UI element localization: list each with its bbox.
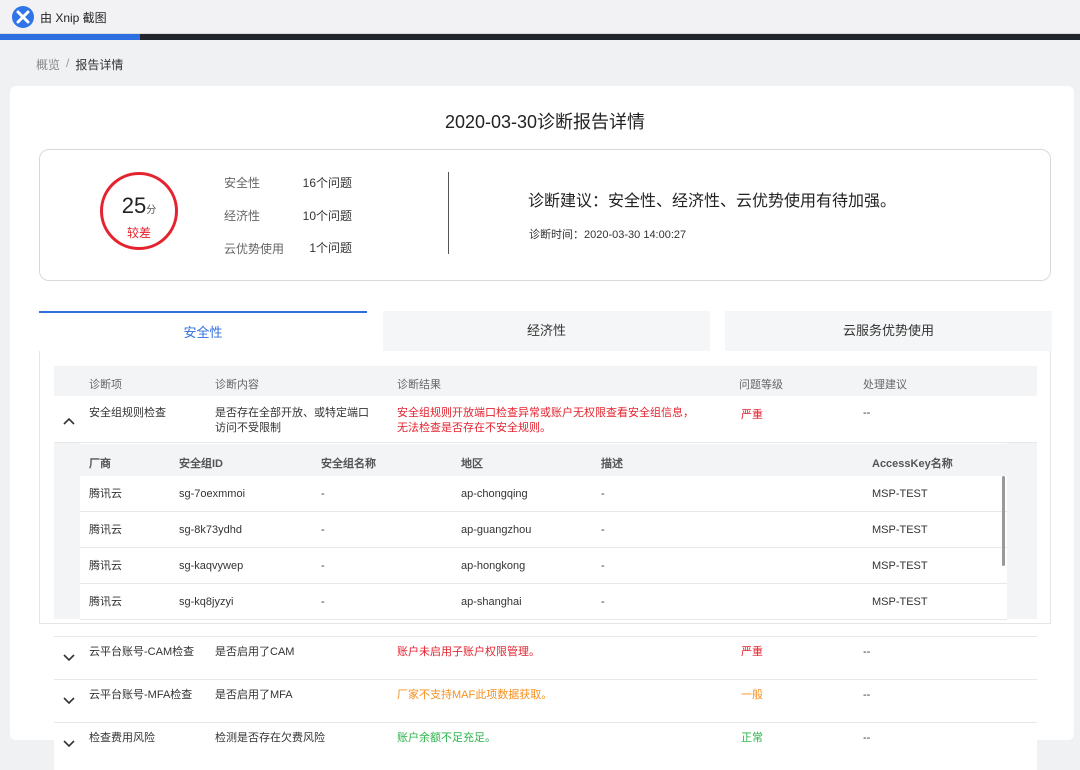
sth-sg-id: 安全组ID (179, 458, 223, 470)
th-content: 诊断内容 (215, 379, 259, 391)
row-level: 一般 (741, 689, 763, 701)
subtable-cell: - (601, 524, 605, 536)
row-content: 检测是否存在欠费风险 (215, 732, 325, 744)
row-level: 严重 (741, 646, 763, 658)
breadcrumb-home-link[interactable]: 概览 (36, 56, 60, 73)
metric-security-value: 16个问题 (302, 176, 352, 190)
metric-economy-value: 10个问题 (302, 209, 352, 223)
score-level: 较差 (126, 226, 151, 240)
row-item: 云平台账号-MFA检查 (89, 689, 193, 701)
diagnosis-time: 诊断时间：2020-03-30 14:00:27 (529, 229, 687, 241)
row-content: 是否启用了MFA (215, 689, 293, 701)
row-level: 正常 (741, 732, 763, 744)
subtable-cell: MSP-TEST (872, 524, 928, 536)
row-content: 是否存在全部开放、或特定端口访问不受限制 (215, 407, 369, 434)
score-value: 25分 (121, 193, 157, 218)
th-level: 问题等级 (739, 379, 783, 391)
sth-description: 描述 (601, 458, 623, 470)
row-divider (54, 722, 1037, 723)
collapse-row-icon[interactable] (62, 414, 76, 428)
subtable-cell: ap-shanghai (461, 596, 522, 608)
metric-security-label: 安全性 (224, 176, 261, 190)
th-result: 诊断结果 (397, 379, 441, 391)
subtable-cell: sg-8k73ydhd (179, 524, 242, 536)
row-content: 是否启用了CAM (215, 646, 295, 658)
subtable-cell: - (321, 488, 325, 500)
th-suggestion: 处理建议 (863, 379, 907, 391)
tab-cloud-advantage[interactable]: 云服务优势使用 (725, 311, 1052, 351)
expand-row-icon[interactable] (62, 693, 76, 707)
subtable-scrollbar[interactable] (1002, 476, 1005, 566)
diagnosis-advice: 诊断建议：安全性、经济性、云优势使用有待加强。 (528, 193, 897, 210)
page-load-progress-fill (0, 34, 141, 40)
row-result: 安全组规则开放端口检查异常或账户无权限查看安全组信息，无法检查是否存在不安全规则… (397, 407, 694, 434)
metric-economy-label: 经济性 (224, 209, 261, 223)
expand-row-icon[interactable] (62, 650, 76, 664)
row-level: 严重 (741, 409, 763, 421)
window-titlebar: 由 Xnip 截图 (0, 0, 1080, 34)
subtable-cell: 腾讯云 (89, 488, 122, 500)
breadcrumb: 概览 / 报告详情 (36, 56, 123, 73)
row-divider (54, 679, 1037, 680)
summary-card (39, 149, 1051, 281)
subtable-cell: - (321, 560, 325, 572)
sth-vendor: 厂商 (89, 458, 111, 470)
subtable-cell: 腾讯云 (89, 560, 122, 572)
subtable-cell: - (321, 524, 325, 536)
row-item: 安全组规则检查 (89, 407, 166, 419)
subtable-cell: 腾讯云 (89, 596, 122, 608)
subtable-cell: - (601, 596, 605, 608)
row-suggestion: -- (863, 689, 871, 701)
subtable-cell: ap-hongkong (461, 560, 526, 572)
subtable-cell: sg-kq8jyzyi (179, 596, 234, 608)
subtable-cell: MSP-TEST (872, 488, 928, 500)
expand-row-icon[interactable] (62, 736, 76, 750)
page-load-progress (0, 34, 1080, 40)
window-title: 由 Xnip 截图 (40, 11, 107, 25)
metric-cloud-label: 云优势使用 (224, 242, 285, 256)
subtable-row-divider (80, 511, 1007, 512)
metric-cloud-value: 1个问题 (309, 241, 352, 255)
score-badge: 25分 较差 (100, 172, 178, 250)
sth-accesskey: AccessKey名称 (872, 458, 953, 470)
page-title: 2020-03-30诊断报告详情 (444, 112, 646, 132)
row-divider (54, 636, 1037, 637)
subtable-row-divider (80, 547, 1007, 548)
xnip-logo-icon (12, 6, 34, 28)
row-item: 检查费用风险 (89, 732, 155, 744)
subtable-row-divider (80, 583, 1007, 584)
row-suggestion: -- (863, 732, 871, 744)
tab-security[interactable]: 安全性 (39, 311, 367, 351)
row-result: 厂家不支持MAF此项数据获取。 (397, 689, 553, 701)
subtable-cell: ap-chongqing (461, 488, 528, 500)
summary-divider (448, 172, 449, 254)
sth-sg-name: 安全组名称 (321, 458, 376, 470)
row-item: 云平台账号-CAM检查 (89, 646, 195, 658)
breadcrumb-current: 报告详情 (75, 58, 124, 72)
subtable-cell: 腾讯云 (89, 524, 122, 536)
row-suggestion: -- (863, 646, 871, 658)
subtable-cell: sg-7oexmmoi (179, 488, 246, 500)
row-result: 账户余额不足充足。 (397, 732, 496, 744)
table-lower-rows (54, 636, 1037, 770)
subtable-cell: MSP-TEST (872, 560, 928, 572)
th-item: 诊断项 (89, 379, 122, 391)
subtable-cell: sg-kaqvywep (179, 560, 244, 572)
tab-economy[interactable]: 经济性 (383, 311, 710, 351)
breadcrumb-separator: / (66, 56, 70, 70)
row-result: 账户未启用子账户权限管理。 (397, 646, 540, 658)
subtable-cell: - (601, 488, 605, 500)
sth-region: 地区 (461, 458, 483, 470)
row-suggestion: -- (863, 407, 871, 419)
subtable-cell: ap-guangzhou (461, 524, 532, 536)
subtable-cell: MSP-TEST (872, 596, 928, 608)
subtable-row-divider (80, 619, 1007, 620)
subtable-cell: - (601, 560, 605, 572)
subtable-cell: - (321, 596, 325, 608)
